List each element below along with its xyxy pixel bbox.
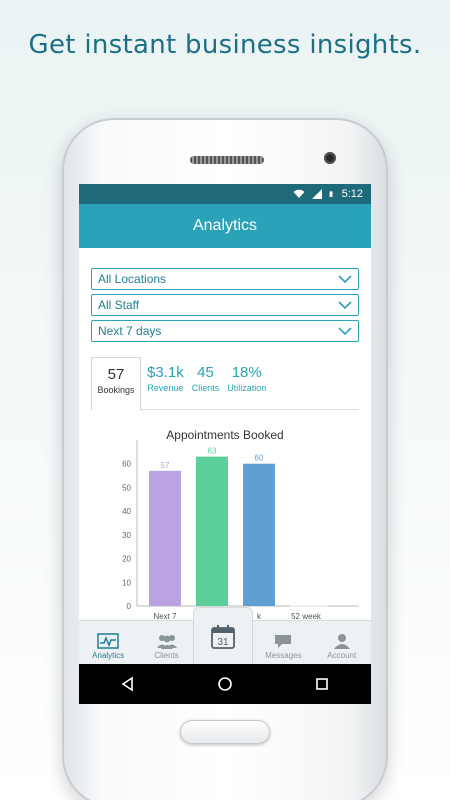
nav-messages[interactable]: Messages	[255, 633, 311, 660]
wifi-icon	[293, 189, 305, 198]
date-range-filter-value: Next 7 days	[98, 324, 162, 338]
nav-analytics-label: Analytics	[92, 651, 125, 660]
chart-bar	[243, 463, 275, 606]
data-label: 63	[208, 447, 217, 456]
nav-analytics[interactable]: Analytics	[80, 633, 136, 660]
chevron-down-icon	[338, 301, 352, 310]
analytics-icon	[97, 633, 119, 649]
nav-account-label: Account	[327, 651, 357, 660]
marketing-headline: Get instant business insights.	[28, 30, 422, 60]
phone-frame: 5:12 Analytics All Locations All Staff N…	[62, 118, 388, 800]
tab-revenue[interactable]: $3.1k Revenue	[147, 356, 184, 409]
page-title: Analytics	[192, 217, 258, 234]
chart-bar	[196, 456, 228, 606]
nav-messages-label: Messages	[265, 651, 302, 660]
calendar-day-number: 31	[217, 637, 229, 648]
staff-filter-value: All Staff	[98, 298, 140, 312]
location-filter-dropdown[interactable]: All Locations	[91, 268, 359, 290]
back-icon[interactable]	[120, 676, 136, 692]
nav-clients[interactable]: Clients	[139, 633, 195, 660]
system-navigation-bar	[79, 664, 371, 704]
bottom-navigation: Analytics Clients Messages Account 31	[79, 607, 371, 665]
staff-filter-dropdown[interactable]: All Staff	[91, 294, 359, 316]
y-tick-label: 40	[122, 507, 131, 516]
tab-clients[interactable]: 45 Clients	[192, 356, 220, 409]
y-tick-label: 30	[122, 531, 131, 540]
nav-calendar[interactable]: 31	[193, 607, 253, 665]
bookings-label: Bookings	[97, 385, 135, 395]
utilization-label: Utilization	[227, 383, 267, 393]
clients-label: Clients	[191, 383, 220, 393]
y-tick-label: 50	[122, 483, 131, 492]
y-tick-label: 60	[122, 460, 131, 469]
bookings-value: 57	[107, 366, 125, 383]
stats-tabs: 57 Bookings $3.1k Revenue 45 Clients 18%…	[91, 356, 359, 410]
nav-clients-label: Clients	[154, 651, 179, 660]
phone-screen: 5:12 Analytics All Locations All Staff N…	[79, 184, 371, 704]
messages-icon	[275, 635, 292, 648]
revenue-value: $3.1k	[147, 364, 184, 381]
earpiece-speaker	[190, 156, 264, 164]
tab-bookings[interactable]: 57 Bookings	[91, 357, 141, 410]
physical-home-button[interactable]	[180, 720, 270, 744]
data-label: 57	[161, 461, 170, 470]
revenue-label: Revenue	[147, 383, 184, 393]
account-icon	[333, 634, 350, 649]
status-time: 5:12	[341, 188, 363, 200]
y-tick-label: 10	[122, 578, 131, 587]
chevron-down-icon	[338, 327, 352, 336]
calendar-icon: 31	[211, 624, 235, 649]
front-camera	[324, 152, 336, 164]
chart-bar	[149, 470, 181, 606]
clients-icon	[156, 635, 177, 649]
status-bar: 5:12	[79, 184, 371, 204]
appointments-bar-chart: 010203040506057Next 7634 w60k52 week	[122, 440, 359, 621]
home-icon[interactable]	[217, 676, 233, 692]
recents-icon[interactable]	[314, 676, 330, 692]
app-bar: Analytics	[79, 204, 371, 248]
utilization-value: 18%	[231, 364, 262, 381]
y-tick-label: 0	[127, 602, 132, 611]
nav-account[interactable]: Account	[314, 633, 370, 660]
chevron-down-icon	[338, 275, 352, 284]
data-label: 60	[255, 454, 264, 463]
battery-icon	[329, 191, 333, 197]
signal-icon	[311, 189, 322, 199]
y-tick-label: 20	[122, 555, 131, 564]
clients-value: 45	[197, 364, 214, 381]
date-range-filter-dropdown[interactable]: Next 7 days	[91, 320, 359, 342]
tab-utilization[interactable]: 18% Utilization	[227, 356, 266, 409]
location-filter-value: All Locations	[98, 272, 167, 286]
